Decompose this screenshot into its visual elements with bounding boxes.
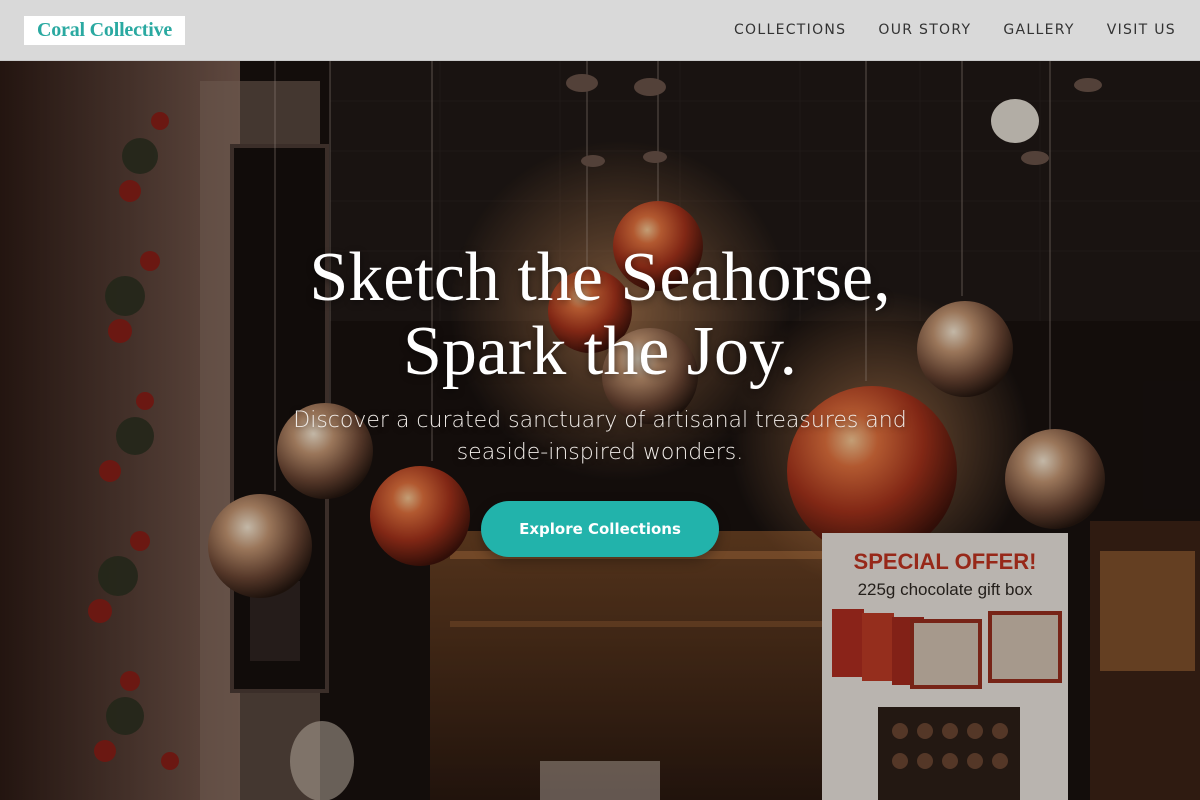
explore-collections-button[interactable]: Explore Collections: [481, 501, 719, 557]
nav-link-gallery[interactable]: GALLERY: [1003, 22, 1074, 38]
nav-link-collections[interactable]: COLLECTIONS: [734, 22, 846, 38]
main-nav: COLLECTIONS OUR STORY GALLERY VISIT US: [734, 22, 1176, 38]
site-logo[interactable]: Coral Collective: [24, 15, 186, 45]
hero-title-line-1: Sketch the Seahorse,: [309, 239, 891, 316]
hero-content: Sketch the Seahorse, Spark the Joy. Disc…: [0, 241, 1200, 557]
nav-link-visit-us[interactable]: VISIT US: [1107, 22, 1176, 38]
hero-subtitle: Discover a curated sanctuary of artisana…: [293, 408, 907, 465]
hero-title-line-2: Spark the Joy.: [402, 313, 797, 390]
hero-section: SPECIAL OFFER! 225g chocolate gift box S…: [0, 61, 1200, 800]
nav-link-our-story[interactable]: OUR STORY: [878, 22, 971, 38]
hero-title: Sketch the Seahorse, Spark the Joy.: [309, 241, 890, 389]
site-header: Coral Collective COLLECTIONS OUR STORY G…: [0, 0, 1200, 61]
